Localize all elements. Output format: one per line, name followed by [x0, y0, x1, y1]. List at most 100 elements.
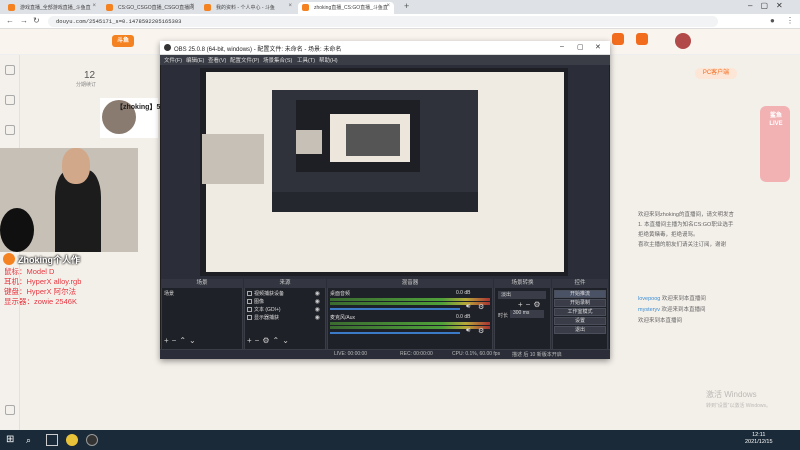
scenes-dock-title: 场景 — [161, 279, 243, 288]
source-item[interactable]: 显示器捕获 ◉ — [246, 314, 324, 322]
activate-windows-watermark: 激活 Windows — [706, 390, 757, 399]
mixer-channel-label: 麦克风/Aux — [330, 315, 356, 321]
taskbar-time: 12:11 — [752, 432, 766, 438]
url-input[interactable]: douyu.com/2545171_s=0.1478592205165303 — [48, 16, 718, 27]
transition-add-remove[interactable]: +−⚙ — [518, 300, 544, 309]
transition-select[interactable]: 淡出 — [498, 291, 546, 299]
profile-icon[interactable]: ● — [770, 16, 775, 25]
source-item[interactable]: 图像 ◉ — [246, 298, 324, 306]
mixer-channel-db: 0.0 dB — [456, 314, 471, 320]
window-controls[interactable]: –▢✕ — [748, 1, 791, 10]
user-avatar[interactable] — [675, 33, 691, 49]
preview-obs-mirror-deep — [346, 124, 400, 156]
notification-icon[interactable] — [612, 33, 624, 45]
status-extra: 描述 后 10 新版本开启 — [512, 352, 562, 358]
menu-icon[interactable]: ⋮ — [786, 16, 794, 25]
exit-button[interactable]: 退出 — [554, 326, 606, 334]
gear-icon[interactable]: ⚙ — [478, 327, 484, 335]
source-item[interactable]: 视频捕获设备 ◉ — [246, 290, 324, 298]
start-recording-button[interactable]: 开始录制 — [554, 299, 606, 307]
home-icon[interactable] — [5, 65, 15, 75]
chat-line: 欢迎来到本直播间 — [638, 318, 683, 324]
sources-dock-title: 来源 — [244, 279, 326, 288]
obs-window-title: OBS 25.0.8 (64-bit, windows) - 配置文件: 未命名… — [174, 47, 342, 53]
chat-line: 喜欢主播的朋友们请关注订阅，谢谢 — [638, 242, 727, 248]
category-icon[interactable] — [5, 95, 15, 105]
browser-tab-bar: 游戏直播_全部游戏直播_斗鱼直 × CS:GO_CSGO直播_CSGO直播网 × 我… — [0, 0, 800, 14]
audio-meter — [330, 322, 490, 325]
douyu-logo-icon — [3, 253, 15, 265]
preview-webcam-inner — [296, 130, 322, 154]
streamer-name[interactable]: 【zhoking】5 — [116, 102, 160, 112]
streamer-head — [62, 148, 90, 184]
chat-line: mysteryv 欢迎来到本直播间 — [638, 307, 706, 313]
chair — [0, 208, 34, 252]
controls-dock-title: 控件 — [552, 279, 608, 288]
mixer-dock-title: 混音器 — [327, 279, 493, 288]
speaker-icon[interactable]: 🔊︎ — [466, 327, 470, 335]
browser-tab[interactable]: CS:GO_CSGO直播_CSGO直播网 × — [102, 2, 198, 14]
follow-icon[interactable] — [5, 125, 15, 135]
studio-mode-button[interactable]: 工作室模式 — [554, 308, 606, 316]
speaker-icon[interactable]: 🔊︎ — [466, 303, 470, 311]
menu-help[interactable]: 帮助(H) — [319, 56, 338, 64]
cpu-fps: CPU: 0.1%, 60.00 fps — [452, 351, 501, 357]
browser-tab-active[interactable]: zhoking直播_CS:GO直播_斗鱼直 × — [298, 2, 394, 14]
transitions-dock-title: 场景转换 — [494, 279, 551, 288]
menu-profile[interactable]: 配置文件(P) — [230, 56, 259, 64]
settings-icon[interactable] — [5, 405, 15, 415]
scenes-controls[interactable]: +−⌃⌄ — [164, 336, 199, 345]
mixer-channel-label: 桌面音频 — [330, 291, 351, 297]
preview-dock-mirror — [272, 192, 478, 212]
menu-file[interactable]: 文件(F) — [164, 56, 182, 64]
settings-button[interactable]: 设置 — [554, 317, 606, 325]
audio-meter — [330, 298, 490, 301]
new-tab-button[interactable]: + — [404, 1, 409, 11]
browser-tab[interactable]: 游戏直播_全部游戏直播_斗鱼直 × — [4, 2, 100, 14]
duration-label: 时长 — [498, 313, 509, 319]
menu-tools[interactable]: 工具(T) — [297, 56, 315, 64]
start-streaming-button[interactable]: 开始推流 — [554, 290, 606, 298]
taskbar-clock: 12:11 2021/12/15 — [745, 432, 773, 446]
maximize-icon[interactable]: ▢ — [577, 43, 584, 51]
obs-menubar — [160, 55, 610, 65]
scene-item[interactable]: 场景 — [162, 290, 242, 297]
back-icon[interactable]: ← — [6, 16, 14, 25]
chat-line: 1. 本直播间主播为知名CS:GO职业选手 — [638, 222, 734, 228]
douyu-logo[interactable]: 斗鱼 — [112, 35, 134, 47]
webcam-streamer-name: Zhoking个人作 — [18, 255, 80, 265]
address-bar: ← → ↻ douyu.com/2545171_s=0.147859220516… — [0, 14, 800, 29]
volume-slider[interactable] — [330, 332, 460, 334]
gear-spec-monitor: 显示器：zowie 2546K — [4, 297, 77, 306]
reload-icon[interactable]: ↻ — [33, 16, 40, 25]
mixer-channel-db: 0.0 dB — [456, 290, 471, 296]
gear-icon[interactable]: ⚙ — [478, 303, 484, 311]
chat-line: 欢迎来到zhoking的直播间，请文明发言 — [638, 212, 734, 218]
chrome-icon[interactable] — [66, 434, 78, 446]
webcam-overlay — [0, 148, 138, 252]
windows-taskbar — [0, 430, 800, 450]
menu-scene-collection[interactable]: 场景集合(S) — [263, 56, 292, 64]
message-icon[interactable] — [636, 33, 648, 45]
chat-line: lovepoog 欢迎来到本直播间 — [638, 296, 706, 302]
browser-tab[interactable]: 我的资料 - 个人中心 - 斗鱼 × — [200, 2, 296, 14]
forward-icon[interactable]: → — [20, 16, 28, 25]
volume-slider[interactable] — [330, 308, 460, 310]
minimize-icon[interactable]: – — [560, 43, 564, 50]
task-view-icon[interactable] — [46, 434, 58, 446]
rec-time: REC: 00:00:00 — [400, 351, 433, 357]
menu-view[interactable]: 查看(V) — [208, 56, 226, 64]
close-icon[interactable]: ✕ — [595, 43, 601, 51]
sources-controls[interactable]: +−⚙⌃⌄ — [247, 336, 292, 345]
menu-edit[interactable]: 编辑(E) — [186, 56, 204, 64]
search-icon[interactable]: ⌕ — [26, 434, 38, 446]
live-time: LIVE: 00:00:00 — [334, 351, 368, 357]
windows-start-icon[interactable]: ⊞ — [6, 434, 18, 446]
stat-label: 分期续订 — [76, 82, 97, 88]
obs-taskbar-icon[interactable] — [86, 434, 98, 446]
chat-line: 拒绝黄赌毒，拒绝谩骂。 — [638, 232, 699, 238]
stat-number: 12 — [84, 70, 96, 81]
activate-windows-hint: 转到“设置”以激活 Windows。 — [706, 403, 772, 409]
source-item[interactable]: 文本 (GDI+) ◉ — [246, 306, 324, 314]
duration-input[interactable]: 300 ms — [510, 310, 544, 318]
